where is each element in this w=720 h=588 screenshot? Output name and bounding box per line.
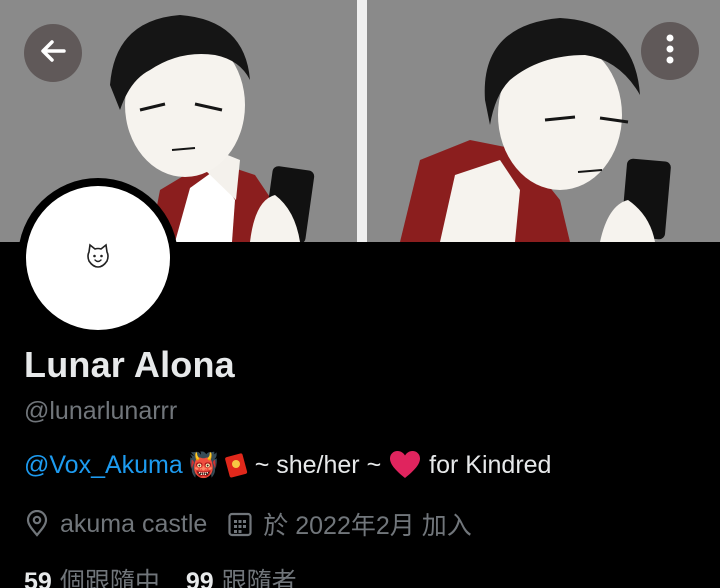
cat-face-icon bbox=[85, 243, 111, 274]
calendar-icon bbox=[227, 510, 253, 538]
following-link[interactable]: 59 個跟隨中 bbox=[24, 562, 160, 588]
profile-meta-row: akuma castle 於 2022年2月 加入 bbox=[24, 506, 472, 542]
back-arrow-icon bbox=[37, 35, 69, 72]
more-options-button[interactable] bbox=[641, 22, 699, 80]
red-envelope-emoji-icon bbox=[223, 452, 249, 478]
avatar-image bbox=[26, 186, 170, 330]
display-name: Lunar Alona bbox=[24, 344, 235, 385]
back-button[interactable] bbox=[24, 24, 82, 82]
user-handle: @lunarlunarrr bbox=[24, 397, 178, 425]
following-count: 59 bbox=[24, 568, 52, 588]
profile-bio: @Vox_Akuma 👹 ~ she/her ~ for Kindred bbox=[24, 450, 551, 480]
profile-avatar[interactable] bbox=[18, 178, 178, 338]
ogre-emoji: 👹 bbox=[188, 451, 219, 479]
bio-tail-text: for Kindred bbox=[429, 450, 552, 479]
joined-date-text: 於 2022年2月 加入 bbox=[263, 512, 472, 540]
following-label: 個跟隨中 bbox=[59, 568, 160, 588]
red-heart-icon bbox=[389, 450, 421, 480]
bio-mention-link[interactable]: @Vox_Akuma bbox=[24, 451, 183, 480]
followers-label: 跟隨者 bbox=[221, 568, 297, 588]
more-vertical-icon bbox=[665, 33, 675, 70]
followers-count: 99 bbox=[185, 568, 214, 588]
follow-stats-row: 59 個跟隨中 99 跟隨者 bbox=[24, 562, 297, 588]
location-text: akuma castle bbox=[60, 509, 208, 538]
bio-pronouns: ~ she/her ~ bbox=[254, 450, 382, 479]
location-pin-icon bbox=[24, 510, 50, 538]
followers-link[interactable]: 99 跟隨者 bbox=[186, 562, 297, 588]
